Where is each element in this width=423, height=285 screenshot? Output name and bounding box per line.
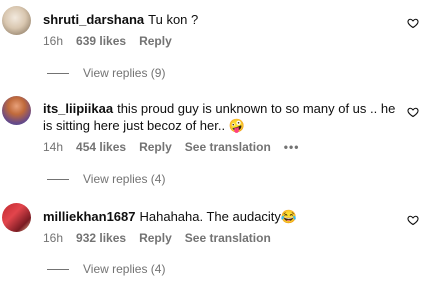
divider	[47, 269, 69, 271]
view-replies-button[interactable]: View replies (4)	[47, 262, 165, 276]
likes-count[interactable]: 639 likes	[76, 34, 126, 48]
likes-count[interactable]: 932 likes	[76, 231, 126, 245]
avatar[interactable]	[2, 203, 31, 232]
see-translation-button[interactable]: See translation	[185, 140, 271, 154]
comment-time: 14h	[43, 140, 64, 154]
heart-icon[interactable]	[407, 106, 419, 118]
comment-username[interactable]: milliekhan1687	[43, 209, 136, 224]
see-translation-button[interactable]: See translation	[185, 231, 271, 245]
view-replies-button[interactable]: View replies (4)	[47, 172, 165, 186]
comment-meta: 14h 454 likes Reply See translation •••	[43, 140, 312, 154]
comment-text: Hahahaha. The audacity😂	[139, 209, 298, 224]
comment-username[interactable]: its_liipiikaa	[43, 101, 113, 116]
comment-meta: 16h 639 likes Reply	[43, 34, 185, 48]
heart-icon[interactable]	[407, 214, 419, 226]
divider	[47, 73, 69, 75]
comment-time: 16h	[43, 231, 64, 245]
comment-meta: 16h 932 likes Reply See translation	[43, 231, 284, 245]
more-options-icon[interactable]: •••	[284, 140, 300, 154]
view-replies-button[interactable]: View replies (9)	[47, 66, 165, 80]
reply-button[interactable]: Reply	[139, 231, 172, 245]
reply-button[interactable]: Reply	[139, 140, 172, 154]
comment-time: 16h	[43, 34, 64, 48]
comment-text: Tu kon ?	[148, 12, 199, 27]
avatar[interactable]	[2, 6, 31, 35]
reply-button[interactable]: Reply	[139, 34, 172, 48]
avatar[interactable]	[2, 96, 31, 125]
comment-username[interactable]: shruti_darshana	[43, 12, 144, 27]
divider	[47, 179, 69, 181]
likes-count[interactable]: 454 likes	[76, 140, 126, 154]
heart-icon[interactable]	[407, 17, 419, 29]
